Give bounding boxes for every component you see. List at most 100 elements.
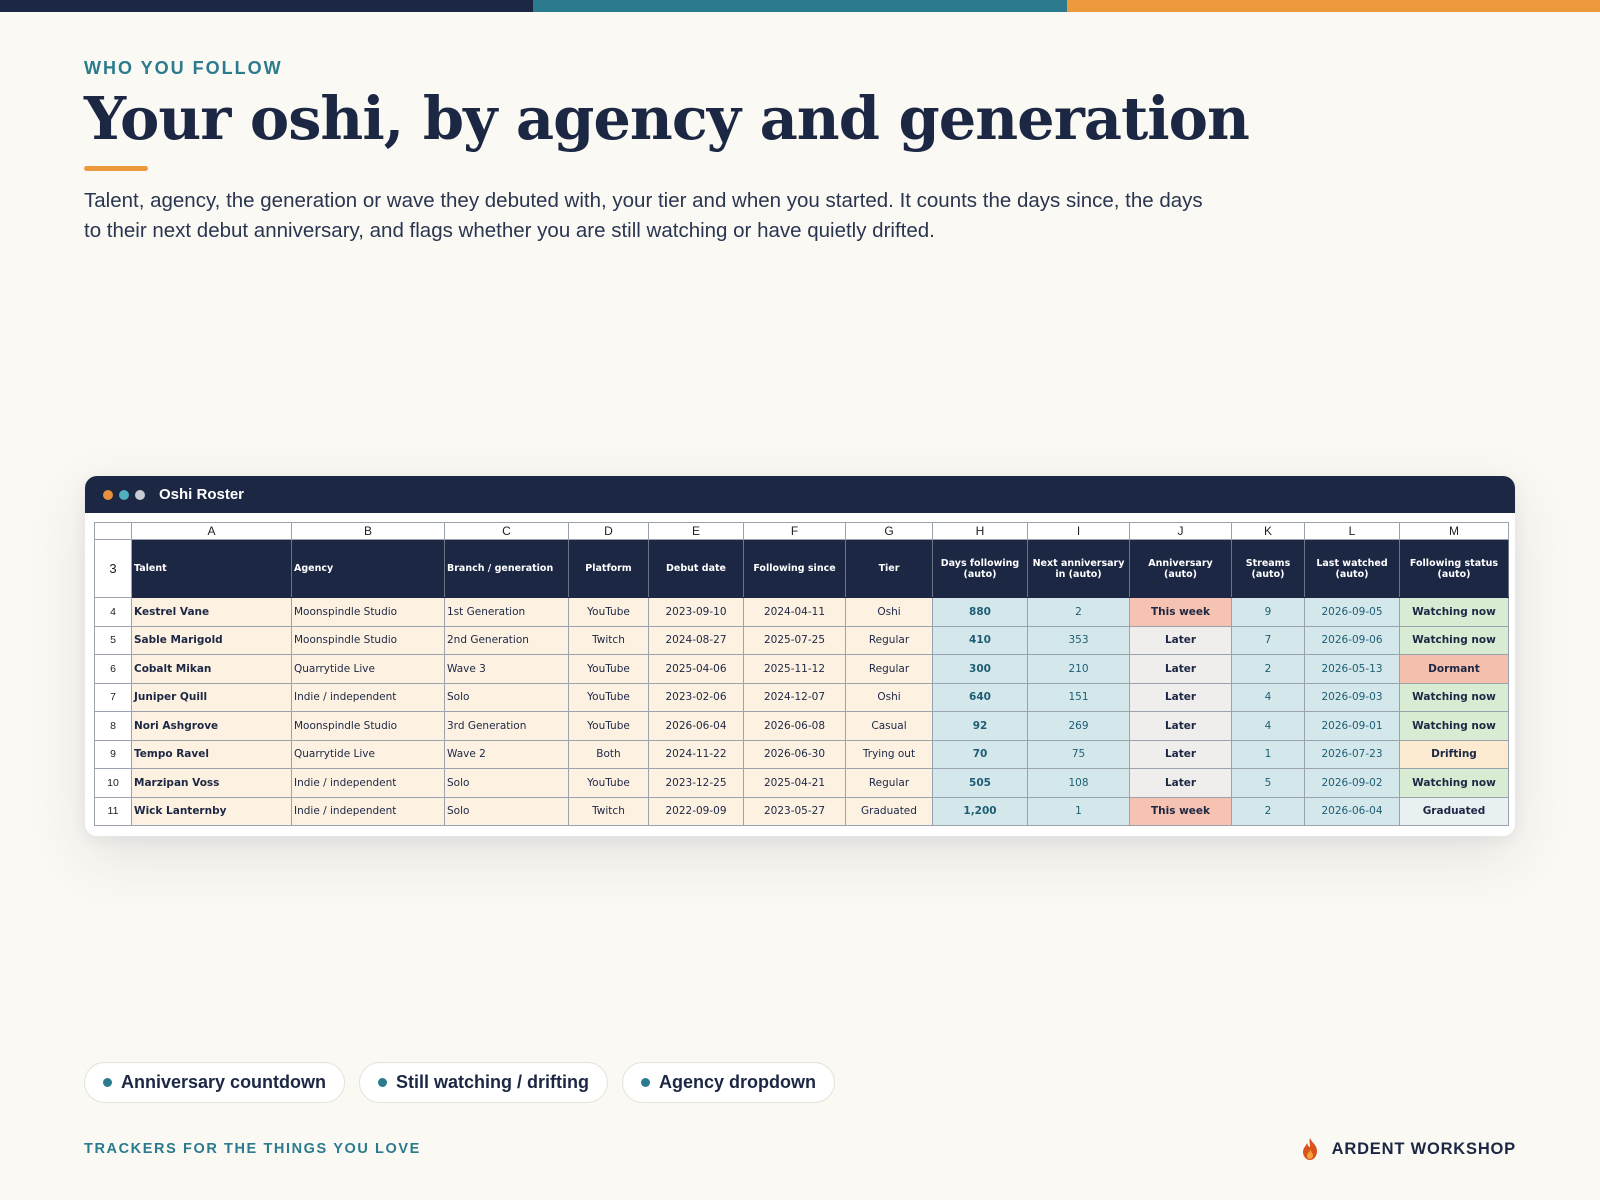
header-agency[interactable]: Agency	[291, 539, 445, 598]
cell-debut-date[interactable]: 2022-09-09	[648, 796, 744, 826]
header-next-anniversary[interactable]: Next anniversary in (auto)	[1027, 539, 1130, 598]
cell-next-anniversary[interactable]: 75	[1027, 739, 1130, 769]
cell-last-watched[interactable]: 2026-07-23	[1304, 739, 1400, 769]
row-number[interactable]: 7	[94, 682, 132, 712]
header-platform[interactable]: Platform	[568, 539, 649, 598]
cell-following-since[interactable]: 2024-04-11	[743, 597, 846, 627]
cell-following-status[interactable]: Watching now	[1399, 625, 1509, 655]
cell-anniversary[interactable]: Later	[1129, 654, 1232, 684]
cell-talent[interactable]: Cobalt Mikan	[131, 654, 292, 684]
cell-platform[interactable]: Both	[568, 739, 649, 769]
cell-next-anniversary[interactable]: 210	[1027, 654, 1130, 684]
cell-last-watched[interactable]: 2026-09-06	[1304, 625, 1400, 655]
cell-streams[interactable]: 2	[1231, 796, 1305, 826]
cell-last-watched[interactable]: 2026-09-05	[1304, 597, 1400, 627]
cell-branch[interactable]: Solo	[444, 796, 569, 826]
cell-talent[interactable]: Kestrel Vane	[131, 597, 292, 627]
column-letter[interactable]: J	[1129, 522, 1232, 540]
cell-tier[interactable]: Trying out	[845, 739, 933, 769]
cell-streams[interactable]: 5	[1231, 768, 1305, 798]
cell-debut-date[interactable]: 2024-11-22	[648, 739, 744, 769]
cell-agency[interactable]: Moonspindle Studio	[291, 597, 445, 627]
cell-debut-date[interactable]: 2024-08-27	[648, 625, 744, 655]
cell-following-status[interactable]: Drifting	[1399, 739, 1509, 769]
cell-following-status[interactable]: Watching now	[1399, 682, 1509, 712]
cell-agency[interactable]: Indie / independent	[291, 768, 445, 798]
row-number[interactable]: 9	[94, 739, 132, 769]
row-number[interactable]: 6	[94, 654, 132, 684]
cell-debut-date[interactable]: 2023-09-10	[648, 597, 744, 627]
cell-tier[interactable]: Oshi	[845, 597, 933, 627]
cell-branch[interactable]: Solo	[444, 682, 569, 712]
cell-tier[interactable]: Oshi	[845, 682, 933, 712]
column-letter[interactable]: E	[648, 522, 744, 540]
cell-platform[interactable]: YouTube	[568, 682, 649, 712]
cell-last-watched[interactable]: 2026-09-02	[1304, 768, 1400, 798]
cell-days-following[interactable]: 300	[932, 654, 1028, 684]
column-letter[interactable]: K	[1231, 522, 1305, 540]
row-number[interactable]: 4	[94, 597, 132, 627]
cell-following-since[interactable]: 2023-05-27	[743, 796, 846, 826]
header-following-status[interactable]: Following status (auto)	[1399, 539, 1509, 598]
cell-debut-date[interactable]: 2023-02-06	[648, 682, 744, 712]
cell-streams[interactable]: 1	[1231, 739, 1305, 769]
cell-following-since[interactable]: 2025-04-21	[743, 768, 846, 798]
cell-days-following[interactable]: 70	[932, 739, 1028, 769]
row-number[interactable]: 11	[94, 796, 132, 826]
header-tier[interactable]: Tier	[845, 539, 933, 598]
cell-next-anniversary[interactable]: 353	[1027, 625, 1130, 655]
cell-next-anniversary[interactable]: 151	[1027, 682, 1130, 712]
cell-agency[interactable]: Quarrytide Live	[291, 654, 445, 684]
cell-last-watched[interactable]: 2026-09-03	[1304, 682, 1400, 712]
column-letter[interactable]: H	[932, 522, 1028, 540]
cell-days-following[interactable]: 640	[932, 682, 1028, 712]
cell-following-status[interactable]: Graduated	[1399, 796, 1509, 826]
cell-platform[interactable]: Twitch	[568, 625, 649, 655]
corner-cell[interactable]	[94, 522, 132, 540]
cell-talent[interactable]: Marzipan Voss	[131, 768, 292, 798]
cell-branch[interactable]: 1st Generation	[444, 597, 569, 627]
cell-streams[interactable]: 4	[1231, 682, 1305, 712]
column-letter[interactable]: I	[1027, 522, 1130, 540]
column-letter[interactable]: B	[291, 522, 445, 540]
cell-last-watched[interactable]: 2026-06-04	[1304, 796, 1400, 826]
cell-debut-date[interactable]: 2025-04-06	[648, 654, 744, 684]
cell-agency[interactable]: Moonspindle Studio	[291, 711, 445, 741]
cell-tier[interactable]: Regular	[845, 654, 933, 684]
cell-anniversary[interactable]: Later	[1129, 625, 1232, 655]
cell-streams[interactable]: 7	[1231, 625, 1305, 655]
cell-talent[interactable]: Wick Lanternby	[131, 796, 292, 826]
cell-talent[interactable]: Juniper Quill	[131, 682, 292, 712]
column-letter[interactable]: G	[845, 522, 933, 540]
header-branch[interactable]: Branch / generation	[444, 539, 569, 598]
cell-streams[interactable]: 9	[1231, 597, 1305, 627]
cell-last-watched[interactable]: 2026-09-01	[1304, 711, 1400, 741]
cell-days-following[interactable]: 410	[932, 625, 1028, 655]
cell-following-since[interactable]: 2025-11-12	[743, 654, 846, 684]
cell-tier[interactable]: Graduated	[845, 796, 933, 826]
cell-anniversary[interactable]: This week	[1129, 796, 1232, 826]
header-streams[interactable]: Streams (auto)	[1231, 539, 1305, 598]
cell-tier[interactable]: Regular	[845, 768, 933, 798]
cell-platform[interactable]: YouTube	[568, 768, 649, 798]
cell-last-watched[interactable]: 2026-05-13	[1304, 654, 1400, 684]
header-debut-date[interactable]: Debut date	[648, 539, 744, 598]
header-anniversary[interactable]: Anniversary (auto)	[1129, 539, 1232, 598]
row-number[interactable]: 3	[94, 539, 132, 598]
cell-following-status[interactable]: Dormant	[1399, 654, 1509, 684]
cell-agency[interactable]: Quarrytide Live	[291, 739, 445, 769]
cell-talent[interactable]: Nori Ashgrove	[131, 711, 292, 741]
cell-platform[interactable]: YouTube	[568, 597, 649, 627]
cell-next-anniversary[interactable]: 269	[1027, 711, 1130, 741]
cell-anniversary[interactable]: This week	[1129, 597, 1232, 627]
cell-following-status[interactable]: Watching now	[1399, 768, 1509, 798]
cell-anniversary[interactable]: Later	[1129, 682, 1232, 712]
cell-debut-date[interactable]: 2023-12-25	[648, 768, 744, 798]
cell-following-since[interactable]: 2024-12-07	[743, 682, 846, 712]
cell-debut-date[interactable]: 2026-06-04	[648, 711, 744, 741]
cell-anniversary[interactable]: Later	[1129, 739, 1232, 769]
header-talent[interactable]: Talent	[131, 539, 292, 598]
cell-streams[interactable]: 2	[1231, 654, 1305, 684]
cell-days-following[interactable]: 92	[932, 711, 1028, 741]
cell-next-anniversary[interactable]: 1	[1027, 796, 1130, 826]
